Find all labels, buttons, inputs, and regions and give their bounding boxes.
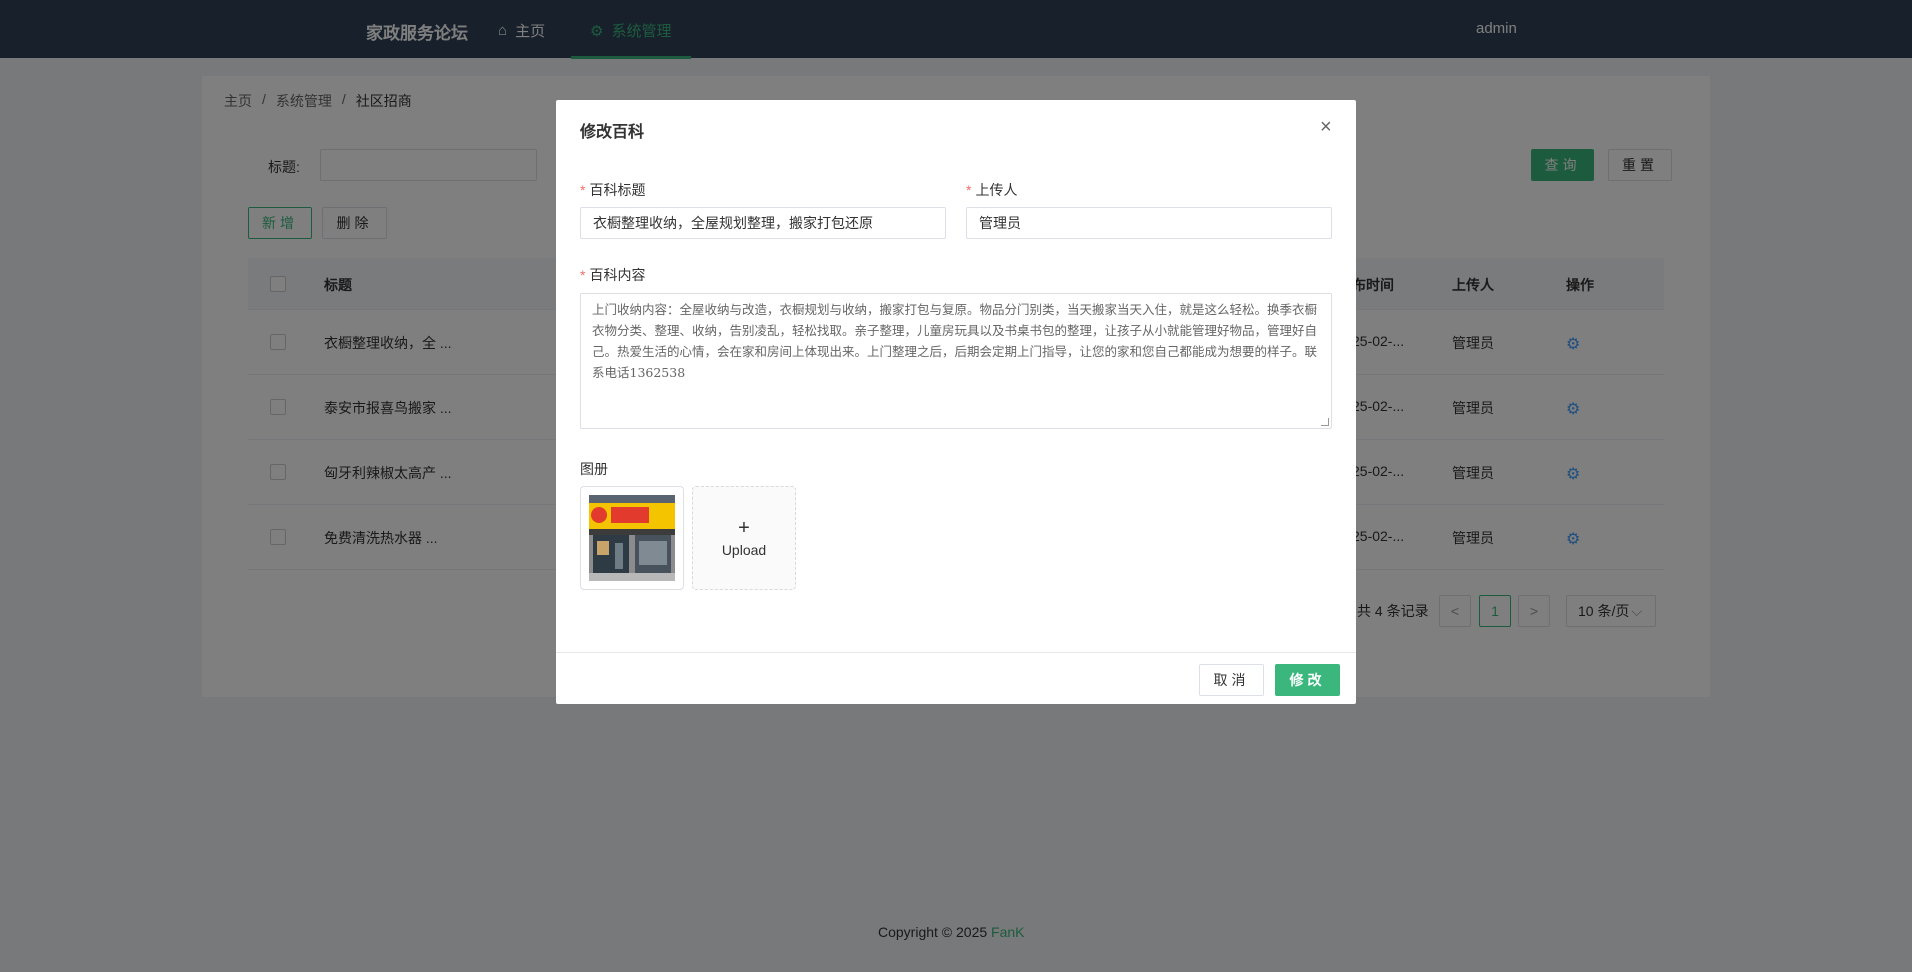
required-mark: * <box>580 182 586 198</box>
edit-encyclopedia-dialog: 修改百科 × * 百科标题 衣橱整理收纳，全屋规划整理，搬家打包还原 * 上传人 管… <box>556 100 1356 704</box>
upload-label: Upload <box>721 542 767 558</box>
resize-handle-icon[interactable] <box>1321 418 1329 426</box>
title-label-text: 百科标题 <box>589 182 646 198</box>
title-field-label: * 百科标题 <box>580 180 645 200</box>
gallery-label: 图册 <box>580 461 608 477</box>
gallery-image-thumbnail[interactable] <box>580 486 684 590</box>
title-input[interactable]: 衣橱整理收纳，全屋规划整理，搬家打包还原 <box>580 207 946 239</box>
content-label-text: 百科内容 <box>589 267 646 283</box>
dialog-title: 修改百科 <box>580 124 645 141</box>
upload-button[interactable]: + Upload <box>692 486 796 590</box>
submit-edit-button[interactable]: 修改 <box>1275 664 1340 696</box>
content-field-label: * 百科内容 <box>580 265 645 285</box>
content-text: 上门收纳内容：全屋收纳与改造，衣橱规划与收纳，搬家打包与复原。物品分门别类，当天… <box>592 302 1318 380</box>
required-mark: * <box>966 182 972 198</box>
plus-icon: + <box>738 517 750 539</box>
uploader-label-text: 上传人 <box>975 182 1018 198</box>
dialog-footer-divider <box>556 652 1356 653</box>
required-mark: * <box>580 267 586 283</box>
uploader-field-label: * 上传人 <box>966 180 1017 200</box>
content-textarea[interactable]: 上门收纳内容：全屋收纳与改造，衣橱规划与收纳，搬家打包与复原。物品分门别类，当天… <box>580 293 1332 429</box>
cancel-button[interactable]: 取消 <box>1199 664 1264 696</box>
close-icon[interactable]: × <box>1320 117 1332 137</box>
uploader-input[interactable]: 管理员 <box>966 207 1332 239</box>
storefront-photo-icon <box>589 495 675 581</box>
